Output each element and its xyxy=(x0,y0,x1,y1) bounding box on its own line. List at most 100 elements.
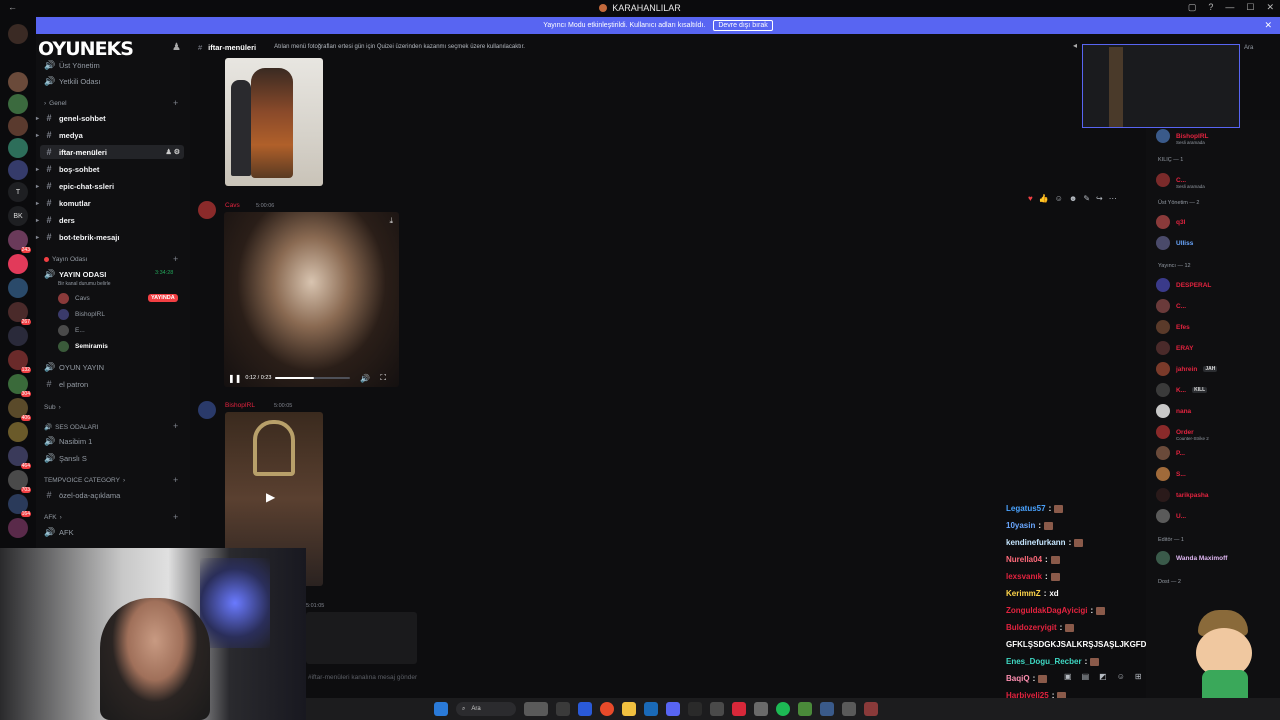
taskbar-app-icon[interactable] xyxy=(556,702,570,716)
message-image[interactable] xyxy=(225,58,323,186)
taskbar-app-icon[interactable] xyxy=(622,702,636,716)
category-tempvoice[interactable]: TEMPVOICE CATEGORY › xyxy=(44,477,125,484)
channel-settings-icon[interactable]: ♟ ⚙ xyxy=(166,148,181,156)
banner-close-icon[interactable]: ✕ xyxy=(1264,20,1272,31)
server-avatar[interactable]: BK xyxy=(8,206,28,226)
preview-close-icon[interactable]: ◂ xyxy=(1073,41,1077,50)
add-channel-icon[interactable]: + xyxy=(173,475,178,485)
server-avatar[interactable] xyxy=(8,518,28,538)
edit-icon[interactable]: ✎ xyxy=(1083,194,1090,203)
member-item[interactable]: nana xyxy=(1156,403,1191,419)
channel-el-patron[interactable]: # el patron xyxy=(44,377,88,391)
taskbar-app-icon[interactable] xyxy=(688,702,702,716)
channel-topic[interactable]: Atılan menü fotoğrafları ertesi gün için… xyxy=(274,44,525,50)
server-avatar[interactable] xyxy=(8,24,28,44)
server-avatar[interactable]: 406 xyxy=(8,398,31,421)
add-channel-icon[interactable]: + xyxy=(173,421,178,431)
member-item[interactable]: q3l xyxy=(1156,214,1185,230)
add-channel-icon[interactable]: + xyxy=(173,512,178,522)
server-avatar[interactable]: 132 xyxy=(8,350,31,373)
channel-epic-chat-ssleri[interactable]: ▸ # epic-chat-ssleri xyxy=(36,179,114,193)
minimize-icon[interactable]: — xyxy=(1225,2,1234,13)
add-channel-icon[interactable]: + xyxy=(173,254,178,264)
inbox-icon[interactable]: ▢ xyxy=(1188,2,1197,13)
member-item[interactable]: tarikpasha xyxy=(1156,487,1209,503)
voice-user[interactable]: Semiramis xyxy=(58,339,108,353)
heart-icon[interactable]: ♥ xyxy=(1028,194,1033,203)
taskbar-app-icon[interactable] xyxy=(842,702,856,716)
taskbar-app-icon[interactable] xyxy=(776,702,790,716)
channel-ders[interactable]: ▸ # ders xyxy=(36,213,75,227)
server-avatar[interactable] xyxy=(8,278,28,298)
server-avatar[interactable]: 164 xyxy=(8,494,31,517)
member-item[interactable]: C... xyxy=(1156,298,1186,314)
taskbar-search[interactable]: ⌕ Ara xyxy=(456,702,516,716)
taskbar-app-icon[interactable] xyxy=(754,702,768,716)
member-item[interactable]: S... xyxy=(1156,466,1186,482)
avatar[interactable] xyxy=(198,401,216,419)
channel-komutlar[interactable]: ▸ # komutlar xyxy=(36,196,91,210)
member-item[interactable]: DESPERAL xyxy=(1156,277,1211,293)
help-icon[interactable]: ? xyxy=(1208,2,1213,13)
channel-bot-tebrik-mesaji[interactable]: ▸ # bot-tebrik-mesajı xyxy=(36,230,119,244)
add-reaction-icon[interactable]: ☻ xyxy=(1069,194,1077,203)
member-item[interactable]: jahrein JAH xyxy=(1156,361,1218,377)
fullscreen-icon[interactable]: ⛶ xyxy=(380,373,386,383)
taskbar-app-icon[interactable] xyxy=(524,702,548,716)
stream-preview[interactable]: ◂ xyxy=(1073,41,1240,128)
voice-user[interactable]: Cavs xyxy=(58,291,90,305)
message-author[interactable]: Cavs xyxy=(225,202,240,209)
voice-user[interactable]: E... xyxy=(58,323,85,337)
thumbs-up-icon[interactable]: 👍 xyxy=(1039,194,1049,203)
server-avatar[interactable] xyxy=(8,94,28,114)
add-member-icon[interactable]: ♟ xyxy=(172,42,181,53)
taskbar-app-icon[interactable] xyxy=(820,702,834,716)
voice-channel-sansli[interactable]: 🔊 Şanslı S xyxy=(44,451,87,465)
channel-iftar-menuleri[interactable]: # iftar-menüleri ♟ ⚙ xyxy=(40,145,184,159)
volume-icon[interactable]: 🔊 xyxy=(360,374,370,383)
taskbar-app-icon[interactable] xyxy=(798,702,812,716)
member-item[interactable]: K... KILL xyxy=(1156,382,1208,398)
message-author[interactable]: BishopIRL xyxy=(225,402,255,409)
category-yayin-odasi[interactable]: Yayın Odası xyxy=(44,256,87,263)
server-avatar[interactable]: 703 xyxy=(8,470,31,493)
taskbar-app-icon[interactable] xyxy=(644,702,658,716)
member-item[interactable]: Wanda Maximoff xyxy=(1156,550,1227,566)
voice-channel-nasibim[interactable]: 🔊 Nasibim 1 xyxy=(44,434,92,448)
taskbar-app-icon[interactable] xyxy=(600,702,614,716)
maximize-icon[interactable]: ☐ xyxy=(1246,2,1254,13)
channel-bos-sohbet[interactable]: ▸ # boş-sohbet xyxy=(36,162,99,176)
server-avatar[interactable]: 267 xyxy=(8,302,31,325)
taskbar-app-icon[interactable] xyxy=(732,702,746,716)
member-search[interactable]: Ara xyxy=(1244,45,1253,51)
member-item[interactable]: U... xyxy=(1156,508,1186,524)
voice-status[interactable]: Bir kanal durumu belirle xyxy=(58,281,111,287)
taskbar-app-icon[interactable] xyxy=(578,702,592,716)
server-avatar[interactable] xyxy=(8,160,28,180)
server-avatar[interactable] xyxy=(8,326,28,346)
member-item[interactable]: BishopIRL Sesli aramada xyxy=(1156,128,1209,145)
voice-channel-afk[interactable]: 🔊 AFK xyxy=(44,525,74,539)
member-item[interactable]: C... Sesli aramada xyxy=(1156,172,1205,189)
add-channel-icon[interactable]: + xyxy=(173,98,178,108)
server-avatar[interactable]: 304 xyxy=(8,374,31,397)
pause-icon[interactable]: ❚❚ xyxy=(228,374,241,383)
message-video[interactable]: ⤓ xyxy=(224,212,399,387)
category-sub[interactable]: Sub › xyxy=(44,404,61,411)
server-avatar[interactable] xyxy=(8,116,28,136)
category-ses-odalari[interactable]: 🔊 SES ODALARI xyxy=(44,423,98,432)
emoji-icon[interactable]: ☺ xyxy=(1055,194,1063,203)
voice-user[interactable]: BishopIRL xyxy=(58,307,105,321)
more-icon[interactable]: ⋯ xyxy=(1109,194,1117,203)
member-item[interactable]: Efes xyxy=(1156,319,1190,335)
channel-medya[interactable]: ▸ # medya xyxy=(36,128,83,142)
taskbar-app-icon[interactable] xyxy=(666,702,680,716)
channel-yetkili-odasi[interactable]: 🔊 Yetkili Odası xyxy=(44,74,100,88)
close-window-icon[interactable]: ✕ xyxy=(1266,2,1274,13)
member-item[interactable]: Ulliss xyxy=(1156,235,1193,251)
back-arrow-icon[interactable]: ← xyxy=(8,2,17,12)
message-image[interactable] xyxy=(306,612,417,664)
server-avatar[interactable] xyxy=(8,422,28,442)
video-seek-bar[interactable] xyxy=(275,377,351,379)
server-avatar[interactable] xyxy=(8,72,28,92)
